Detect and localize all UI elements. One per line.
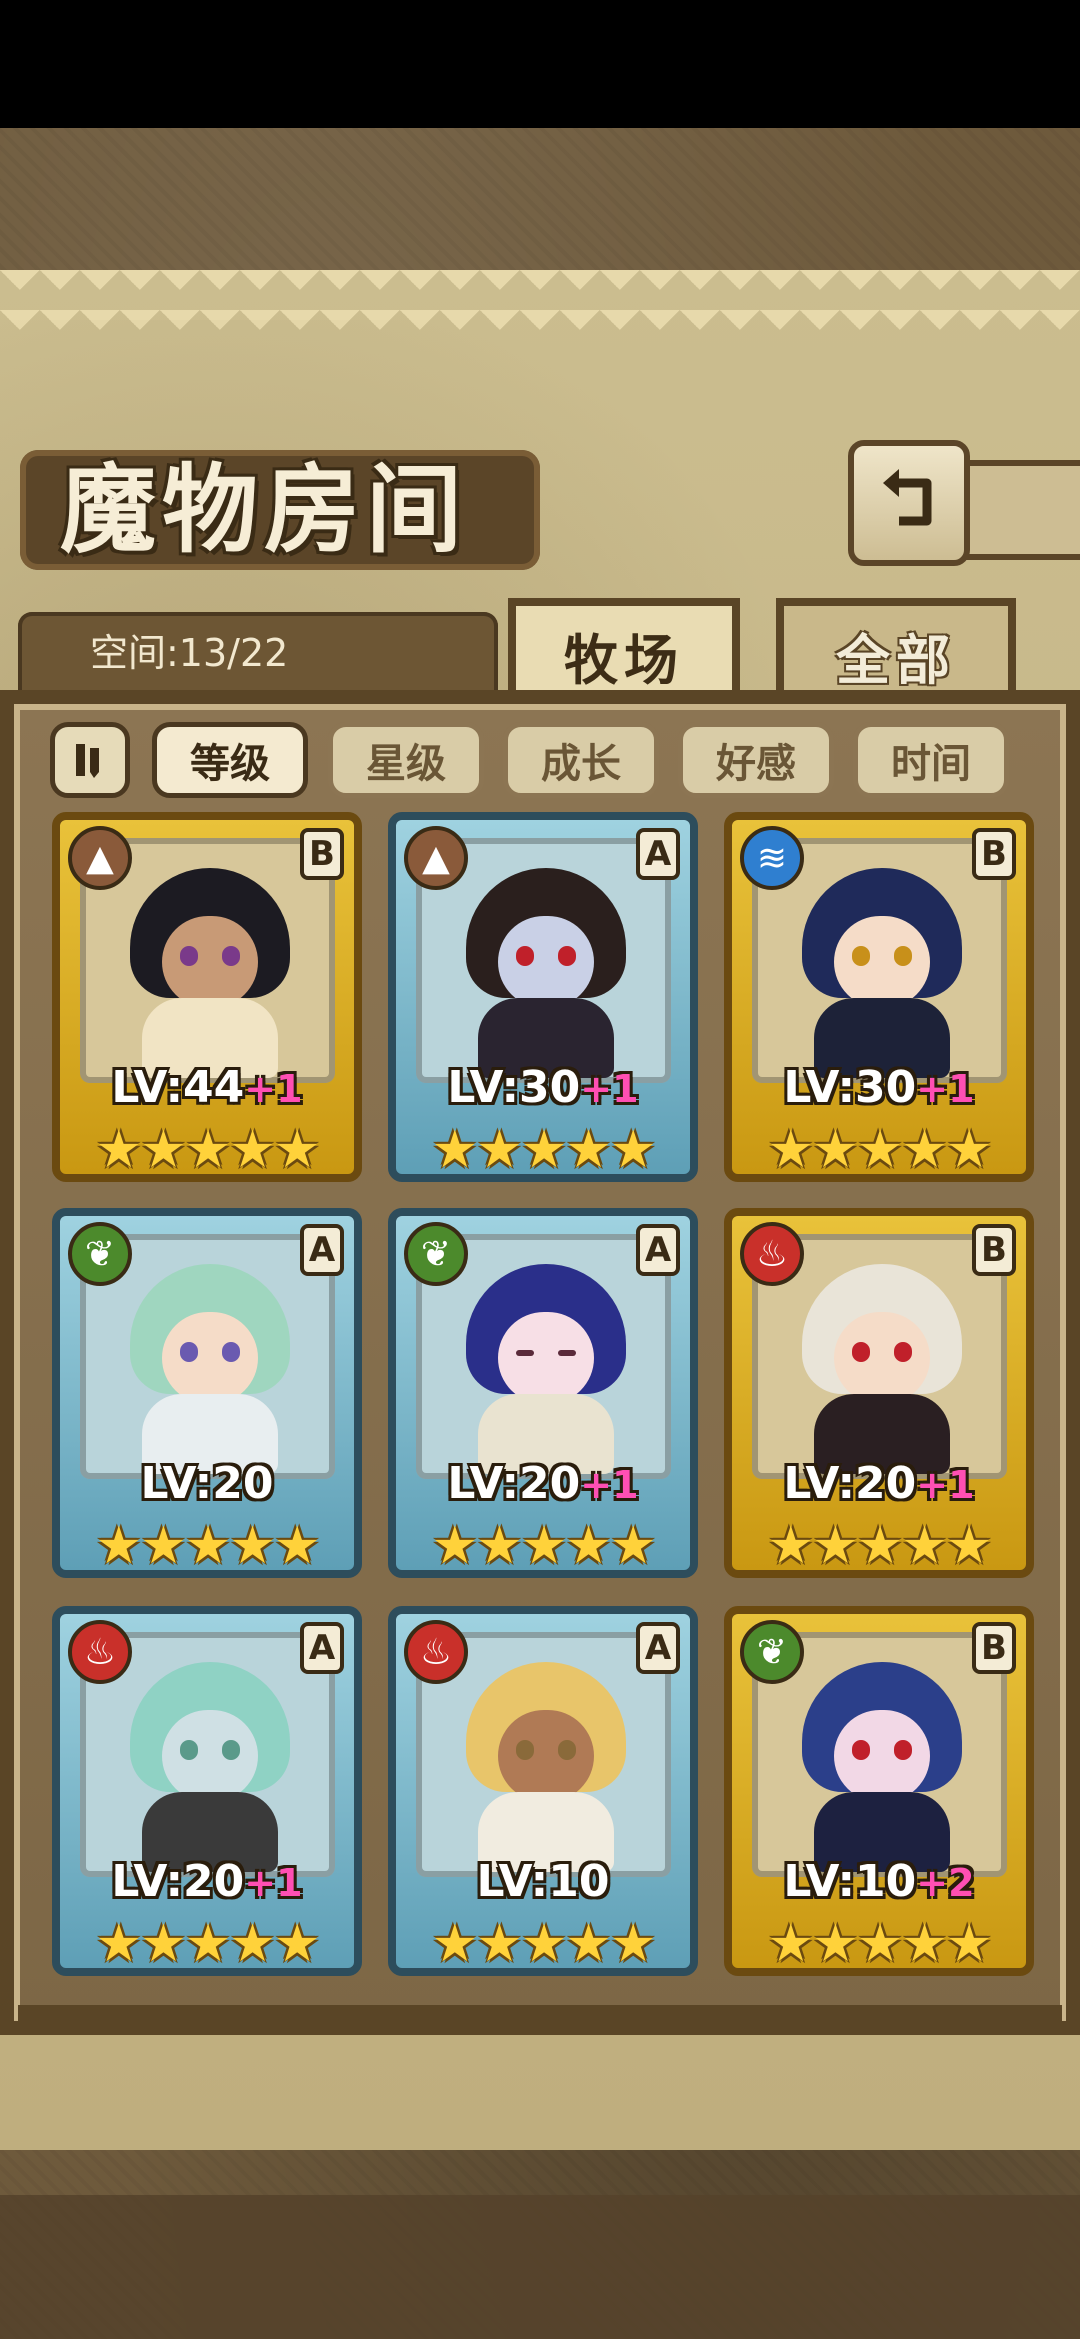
rank-badge: B [972,828,1016,880]
sort-by-star-button[interactable]: 星级 [328,722,484,798]
monster-card[interactable]: ❦ A LV:20 ★★★★★ [52,1208,362,1578]
rank-badge: A [636,828,680,880]
back-button-tail [960,460,1080,560]
monster-level: LV:30+1 [783,1062,975,1113]
monster-card[interactable]: ≋ B LV:30+1 ★★★★★ [724,812,1034,1182]
leaf-icon: ❦ [404,1222,468,1286]
rank-badge: B [972,1224,1016,1276]
star-rating: ★★★★★ [95,1914,320,1974]
rank-badge: A [300,1224,344,1276]
monster-card[interactable]: ♨ B LV:20+1 ★★★★★ [724,1208,1034,1578]
flame-icon: ♨ [68,1620,132,1684]
sort-by-growth-button[interactable]: 成长 [503,722,659,798]
flame-icon: ♨ [404,1620,468,1684]
sort-by-level-button[interactable]: 等级 [152,722,308,798]
star-rating: ★★★★★ [767,1120,992,1180]
sort-by-affection-button[interactable]: 好感 [678,722,834,798]
monster-card[interactable]: ❦ A LV:20+1 ★★★★★ [388,1208,698,1578]
wave-icon: ≋ [740,826,804,890]
rank-badge: A [636,1622,680,1674]
monster-level: LV:10 [476,1856,610,1907]
space-counter: 空间:13/22 [90,631,289,675]
status-bar [0,0,1080,128]
monster-level: LV:20+1 [447,1458,639,1509]
monster-card[interactable]: ❦ B LV:10+2 ★★★★★ [724,1606,1034,1976]
star-rating: ★★★★★ [95,1516,320,1576]
page-title: 魔物房间 [60,454,468,566]
monster-level: LV:44+1 [111,1062,303,1113]
monster-level: LV:10+2 [783,1856,975,1907]
bottom-background [0,2195,1080,2339]
rank-badge: A [636,1224,680,1276]
leaf-icon: ❦ [68,1222,132,1286]
rank-badge: B [300,828,344,880]
star-rating: ★★★★★ [431,1120,656,1180]
monster-card[interactable]: ▲ A LV:30+1 ★★★★★ [388,812,698,1182]
list-bottom-edge [18,2005,1062,2023]
leaf-icon: ❦ [740,1620,804,1684]
sort-by-time-button[interactable]: 时间 [853,722,1009,798]
star-rating: ★★★★★ [767,1516,992,1576]
star-rating: ★★★★★ [95,1120,320,1180]
monster-level: LV:20+1 [111,1856,303,1907]
rank-badge: A [300,1622,344,1674]
monster-card[interactable]: ▲ B LV:44+1 ★★★★★ [52,812,362,1182]
mountain-icon: ▲ [404,826,468,890]
flame-icon: ♨ [740,1222,804,1286]
mountain-icon: ▲ [68,826,132,890]
return-arrow-icon [883,469,932,526]
monster-card[interactable]: ♨ A LV:10 ★★★★★ [388,1606,698,1976]
star-rating: ★★★★★ [431,1516,656,1576]
star-rating: ★★★★★ [431,1914,656,1974]
monster-level: LV:30+1 [447,1062,639,1113]
pause-toggle-icon [76,744,99,778]
monster-level: LV:20 [140,1458,274,1509]
monster-level: LV:20+1 [783,1458,975,1509]
rank-badge: B [972,1622,1016,1674]
sort-order-toggle[interactable] [50,722,130,798]
tab-ranch[interactable]: 牧场 [508,598,740,704]
star-rating: ★★★★★ [767,1914,992,1974]
back-button[interactable] [848,440,970,566]
tab-all[interactable]: 全部 [776,598,1016,704]
monster-card[interactable]: ♨ A LV:20+1 ★★★★★ [52,1606,362,1976]
